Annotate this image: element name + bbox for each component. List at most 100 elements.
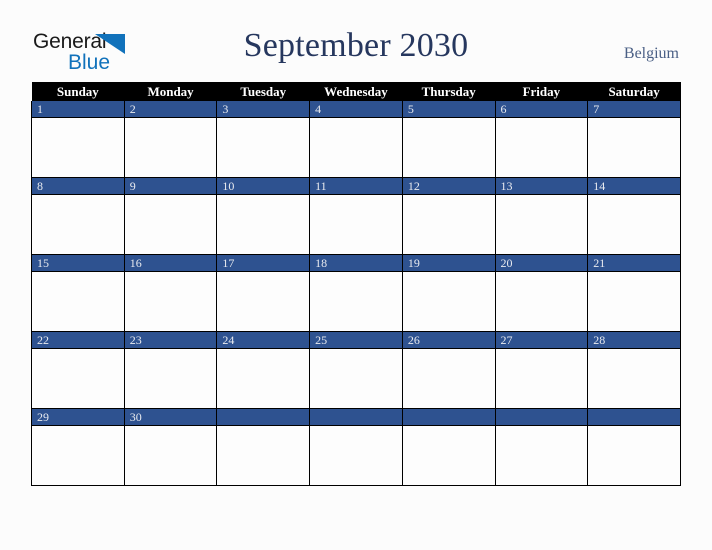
day-content-area[interactable] xyxy=(124,118,217,177)
day-content-area[interactable] xyxy=(124,349,217,408)
day-number xyxy=(310,409,402,426)
day-content-area[interactable] xyxy=(310,349,402,408)
day-cell[interactable]: 6 xyxy=(494,101,589,178)
day-content-area[interactable] xyxy=(310,195,402,254)
day-content-area[interactable] xyxy=(124,426,217,485)
calendar-week-row: 1 2 3 4 5 6 7 xyxy=(31,101,681,178)
day-cell[interactable]: 7 xyxy=(587,101,681,178)
day-cell[interactable]: 21 xyxy=(587,254,681,332)
day-number: 2 xyxy=(124,101,217,118)
day-cell[interactable]: 15 xyxy=(31,254,125,332)
day-content-area[interactable] xyxy=(217,426,310,485)
day-content-area[interactable] xyxy=(588,349,680,408)
day-cell-empty[interactable] xyxy=(216,408,311,486)
weekday-header-thursday: Thursday xyxy=(402,82,496,101)
calendar-week-row: 15 16 17 18 19 20 21 xyxy=(31,254,681,332)
day-cell[interactable]: 11 xyxy=(309,177,403,255)
day-cell[interactable]: 16 xyxy=(123,254,218,332)
calendar-week-row: 8 9 10 11 12 13 14 xyxy=(31,177,681,255)
page-header: General Blue September 2030 Belgium xyxy=(0,0,712,82)
calendar-header-row-group: Sunday Monday Tuesday Wednesday Thursday… xyxy=(31,82,681,101)
day-cell[interactable]: 5 xyxy=(401,101,496,178)
day-content-area[interactable] xyxy=(124,272,217,331)
day-cell[interactable]: 20 xyxy=(494,254,589,332)
day-cell[interactable]: 22 xyxy=(31,331,125,409)
day-number: 27 xyxy=(495,332,588,349)
day-cell-empty[interactable] xyxy=(309,408,403,486)
day-content-area[interactable] xyxy=(495,426,588,485)
day-number xyxy=(402,409,495,426)
day-content-area[interactable] xyxy=(32,349,124,408)
day-number: 4 xyxy=(310,101,402,118)
day-cell[interactable]: 9 xyxy=(123,177,218,255)
day-content-area[interactable] xyxy=(124,195,217,254)
day-number: 13 xyxy=(495,178,588,195)
day-cell[interactable]: 10 xyxy=(216,177,311,255)
weekday-header-row: Sunday Monday Tuesday Wednesday Thursday… xyxy=(31,82,681,101)
day-cell-empty[interactable] xyxy=(401,408,496,486)
day-number: 5 xyxy=(402,101,495,118)
day-content-area[interactable] xyxy=(495,118,588,177)
day-cell[interactable]: 1 xyxy=(31,101,125,178)
day-cell[interactable]: 12 xyxy=(401,177,496,255)
day-content-area[interactable] xyxy=(217,349,310,408)
day-content-area[interactable] xyxy=(217,272,310,331)
day-cell[interactable]: 8 xyxy=(31,177,125,255)
day-number: 23 xyxy=(124,332,217,349)
weekday-header-sunday: Sunday xyxy=(31,82,125,101)
day-cell[interactable]: 27 xyxy=(494,331,589,409)
day-cell[interactable]: 3 xyxy=(216,101,311,178)
day-cell[interactable]: 23 xyxy=(123,331,218,409)
day-number: 9 xyxy=(124,178,217,195)
day-content-area[interactable] xyxy=(310,118,402,177)
day-number: 3 xyxy=(217,101,310,118)
day-content-area[interactable] xyxy=(310,426,402,485)
day-number: 25 xyxy=(310,332,402,349)
day-cell[interactable]: 19 xyxy=(401,254,496,332)
day-cell[interactable]: 26 xyxy=(401,331,496,409)
day-content-area[interactable] xyxy=(588,195,680,254)
day-content-area[interactable] xyxy=(588,118,680,177)
day-cell[interactable]: 25 xyxy=(309,331,403,409)
day-cell[interactable]: 13 xyxy=(494,177,589,255)
day-number: 21 xyxy=(588,255,680,272)
calendar-body: 1 2 3 4 5 6 7 8 9 10 11 12 13 14 15 16 1… xyxy=(31,101,681,486)
day-content-area[interactable] xyxy=(495,349,588,408)
day-content-area[interactable] xyxy=(588,272,680,331)
day-content-area[interactable] xyxy=(32,426,124,485)
day-number: 16 xyxy=(124,255,217,272)
day-content-area[interactable] xyxy=(402,349,495,408)
day-number xyxy=(217,409,310,426)
day-cell[interactable]: 18 xyxy=(309,254,403,332)
day-cell-empty[interactable] xyxy=(494,408,589,486)
calendar-page: General Blue September 2030 Belgium Sund… xyxy=(0,0,712,550)
day-content-area[interactable] xyxy=(32,195,124,254)
day-content-area[interactable] xyxy=(217,195,310,254)
day-number: 20 xyxy=(495,255,588,272)
day-cell[interactable]: 14 xyxy=(587,177,681,255)
day-content-area[interactable] xyxy=(495,272,588,331)
month-calendar-table: Sunday Monday Tuesday Wednesday Thursday… xyxy=(31,82,681,486)
region-label: Belgium xyxy=(623,45,679,62)
page-title: September 2030 xyxy=(243,27,469,64)
day-content-area[interactable] xyxy=(402,118,495,177)
day-content-area[interactable] xyxy=(217,118,310,177)
day-number: 1 xyxy=(32,101,124,118)
day-content-area[interactable] xyxy=(310,272,402,331)
day-cell[interactable]: 4 xyxy=(309,101,403,178)
day-content-area[interactable] xyxy=(32,272,124,331)
day-cell[interactable]: 2 xyxy=(123,101,218,178)
day-cell-empty[interactable] xyxy=(587,408,681,486)
day-cell[interactable]: 24 xyxy=(216,331,311,409)
day-number: 15 xyxy=(32,255,124,272)
day-content-area[interactable] xyxy=(402,195,495,254)
day-cell[interactable]: 17 xyxy=(216,254,311,332)
day-cell[interactable]: 30 xyxy=(123,408,218,486)
day-content-area[interactable] xyxy=(588,426,680,485)
day-cell[interactable]: 28 xyxy=(587,331,681,409)
day-content-area[interactable] xyxy=(495,195,588,254)
day-content-area[interactable] xyxy=(402,272,495,331)
day-content-area[interactable] xyxy=(32,118,124,177)
day-cell[interactable]: 29 xyxy=(31,408,125,486)
day-content-area[interactable] xyxy=(402,426,495,485)
